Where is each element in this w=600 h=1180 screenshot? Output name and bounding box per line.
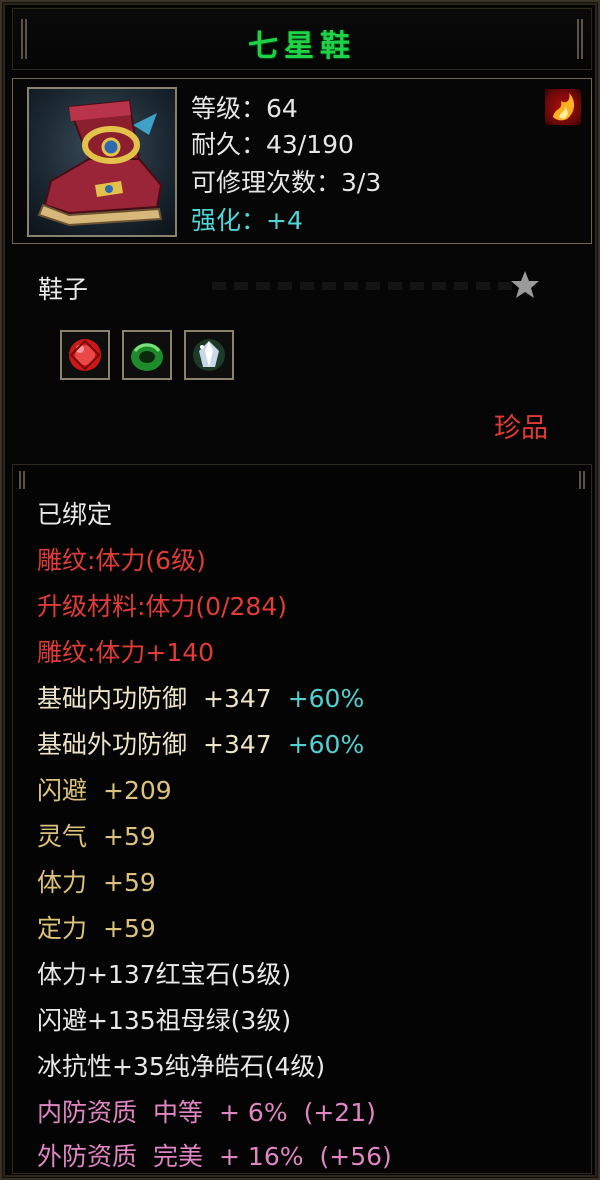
quality-value: + 16% <box>219 1142 304 1171</box>
stat-name: 定力 <box>37 914 88 943</box>
stat-value: +347 <box>203 684 272 713</box>
quality-value: + 6% <box>219 1098 288 1127</box>
quality-grade: 完美 <box>153 1142 204 1171</box>
item-tooltip: 七星鞋 等级：64 耐久：43/190 可修理次数：3/3 强化：+4 鞋子 珍… <box>0 0 600 1180</box>
emerald-gem-icon[interactable] <box>122 330 172 380</box>
inner-defense-line: 基础内功防御 +347 +60% <box>37 679 364 715</box>
enhance-line: 强化：+4 <box>191 206 303 235</box>
quality-extra: (+56) <box>319 1142 392 1171</box>
panel-ornament <box>19 471 25 489</box>
outer-defense-line: 基础外功防御 +347 +60% <box>37 725 364 761</box>
outer-quality-line: 外防资质 完美 + 16% (+56) <box>37 1137 392 1173</box>
socket-hint-row <box>212 282 512 290</box>
item-summary-panel: 等级：64 耐久：43/190 可修理次数：3/3 强化：+4 <box>12 78 592 244</box>
stat-bonus: +60% <box>287 730 365 759</box>
item-type: 鞋子 <box>38 275 89 304</box>
title-bar: 七星鞋 <box>12 8 592 70</box>
title-ornament-right <box>577 19 583 59</box>
stat-name: 灵气 <box>37 822 88 851</box>
bound-status: 已绑定 <box>37 500 113 529</box>
quality-extra: (+21) <box>303 1098 376 1127</box>
stat-name: 体力 <box>37 868 88 897</box>
gem-bonus-line: 体力+137红宝石(5级) <box>37 960 292 989</box>
repair-count-line: 可修理次数：3/3 <box>191 168 382 197</box>
stat-value: +209 <box>103 776 172 805</box>
stat-value: +59 <box>103 914 156 943</box>
rarity-label: 珍品 <box>494 413 548 444</box>
stat-name: 基础外功防御 <box>37 730 188 759</box>
quality-grade: 中等 <box>153 1098 204 1127</box>
durability-line: 耐久：43/190 <box>191 130 354 159</box>
level-line: 等级：64 <box>191 94 298 123</box>
ruby-gem-icon[interactable] <box>60 330 110 380</box>
item-name: 七星鞋 <box>248 29 356 64</box>
quality-name: 内防资质 <box>37 1098 138 1127</box>
stat-name: 闪避 <box>37 776 88 805</box>
stat-value: +347 <box>203 730 272 759</box>
item-details-panel: 已绑定 雕纹:体力(6级) 升级材料:体力(0/284) 雕纹:体力+140 基… <box>12 464 592 1174</box>
engrave-line: 雕纹:体力(6级) <box>37 546 206 575</box>
upgrade-material-line: 升级材料:体力(0/284) <box>37 592 287 621</box>
gem-bonus-line: 闪避+135祖母绿(3级) <box>37 1006 292 1035</box>
inner-quality-line: 内防资质 中等 + 6% (+21) <box>37 1093 376 1129</box>
diamond-gem-icon[interactable] <box>184 330 234 380</box>
boot-icon <box>27 87 177 237</box>
panel-ornament <box>579 471 585 489</box>
stat-line: 闪避 +209 <box>37 771 172 807</box>
stat-value: +59 <box>103 868 156 897</box>
stat-value: +59 <box>103 822 156 851</box>
stat-bonus: +60% <box>287 684 365 713</box>
fire-icon <box>545 89 581 125</box>
gem-bonus-line: 冰抗性+35纯净皓石(4级) <box>37 1052 326 1081</box>
stat-name: 基础内功防御 <box>37 684 188 713</box>
stat-line: 灵气 +59 <box>37 817 156 853</box>
stat-line: 体力 +59 <box>37 863 156 899</box>
stat-line: 定力 +59 <box>37 909 156 945</box>
star-icon[interactable] <box>508 268 542 302</box>
engrave-bonus-line: 雕纹:体力+140 <box>37 638 215 667</box>
quality-name: 外防资质 <box>37 1142 138 1171</box>
